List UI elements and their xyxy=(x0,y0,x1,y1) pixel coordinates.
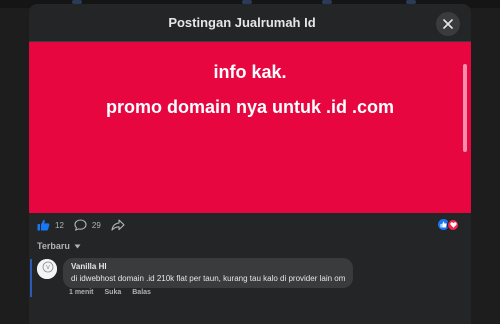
avatar-image-icon xyxy=(37,259,57,279)
share-icon xyxy=(111,219,125,231)
comment-meta: 1 menit Suka Balas xyxy=(69,289,162,296)
comment-icon xyxy=(74,219,87,231)
post-text-line-1: info kak. xyxy=(213,62,287,82)
sort-label: Terbaru xyxy=(37,241,70,251)
comment-text: di idwebhost domain .id 210k flat per ta… xyxy=(71,274,346,283)
post-content: info kak. promo domain nya untuk .id .co… xyxy=(29,42,471,213)
caret-down-icon xyxy=(74,244,81,248)
like-button[interactable]: 12 xyxy=(37,219,64,231)
comment-time[interactable]: 1 menit xyxy=(69,289,94,296)
like-count: 12 xyxy=(55,220,64,230)
share-button[interactable] xyxy=(111,219,130,231)
comment-thread-line xyxy=(30,259,32,297)
comment-sort-dropdown[interactable]: Terbaru xyxy=(29,237,471,255)
comment-like-link[interactable]: Suka xyxy=(105,289,122,296)
scrollbar[interactable] xyxy=(463,64,467,152)
comment-item: Vanilla Hl di idwebhost domain .id 210k … xyxy=(29,255,471,309)
avatar[interactable] xyxy=(37,259,57,279)
close-button[interactable] xyxy=(436,12,460,36)
post-modal: Postingan Jualrumah Id info kak. promo d… xyxy=(29,4,471,324)
modal-title: Postingan Jualrumah Id xyxy=(168,15,316,30)
post-actions: 12 29 xyxy=(29,213,471,237)
close-icon xyxy=(443,19,453,29)
reaction-summary[interactable] xyxy=(438,219,459,231)
comment-count: 29 xyxy=(91,220,101,230)
modal-header: Postingan Jualrumah Id xyxy=(29,4,471,42)
comment-reply-link[interactable]: Balas xyxy=(132,289,151,296)
comment-author[interactable]: Vanilla Hl xyxy=(71,262,345,271)
comment-button[interactable]: 29 xyxy=(74,219,101,231)
post-text-line-2: promo domain nya untuk .id .com xyxy=(105,97,395,117)
comment-bubble: Vanilla Hl di idwebhost domain .id 210k … xyxy=(63,258,354,288)
thumbs-up-icon xyxy=(37,219,50,231)
love-reaction-icon xyxy=(447,219,459,231)
